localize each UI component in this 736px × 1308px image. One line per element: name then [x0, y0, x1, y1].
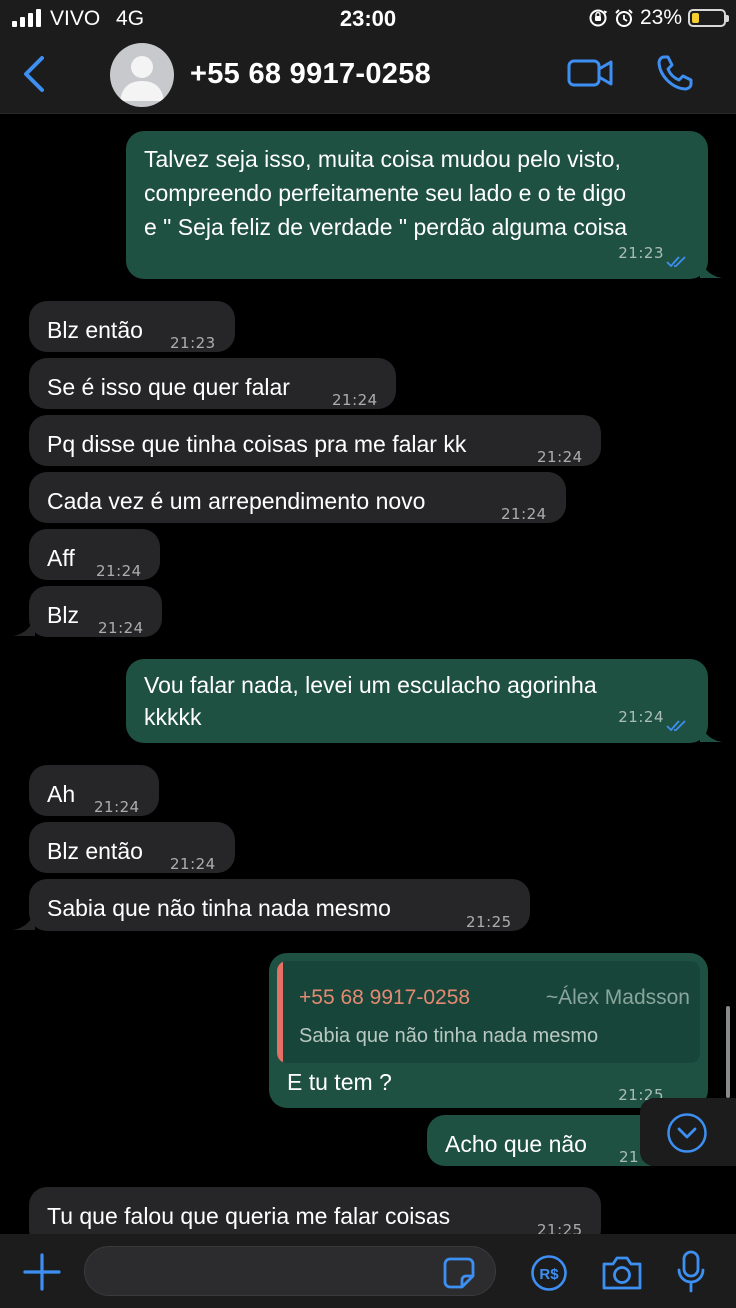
message-time: 21:24 — [618, 708, 664, 726]
status-bar: VIVO 4G 23:00 23% — [0, 0, 736, 38]
outgoing-message[interactable]: Vou falar nada, levei um esculacho agori… — [126, 659, 708, 743]
message-text: Blz então — [47, 838, 143, 864]
voice-call-icon[interactable] — [656, 54, 694, 92]
incoming-message[interactable]: Cada vez é um arrependimento novo 21:24 — [29, 472, 566, 523]
incoming-message[interactable]: Se é isso que quer falar 21:24 — [29, 358, 396, 409]
camera-icon[interactable] — [600, 1254, 644, 1292]
chevron-down-icon — [667, 1113, 707, 1153]
svg-text:R$: R$ — [539, 1266, 559, 1283]
message-input[interactable] — [84, 1246, 496, 1296]
message-text: Sabia que não tinha nada mesmo — [47, 895, 391, 921]
read-receipt-icon — [666, 720, 686, 732]
message-time: 21:24 — [96, 562, 142, 580]
incoming-message[interactable]: Aff 21:24 — [29, 529, 160, 580]
orientation-lock-icon — [589, 9, 608, 27]
quote-accent-bar — [277, 961, 283, 1063]
alarm-icon — [615, 9, 633, 27]
incoming-message[interactable]: Pq disse que tinha coisas pra me falar k… — [29, 415, 601, 466]
quoted-message[interactable]: +55 68 9917-0258 ~Álex Madsson Sabia que… — [277, 961, 700, 1063]
message-text: Tu que falou que queria me falar coisas — [47, 1203, 451, 1229]
avatar[interactable] — [110, 43, 174, 107]
battery-icon — [688, 9, 729, 27]
incoming-message[interactable]: Blz então 21:24 — [29, 822, 235, 873]
message-time: 21 — [619, 1148, 640, 1166]
message-text: Cada vez é um arrependimento novo — [47, 488, 426, 514]
bubble-tail — [700, 256, 722, 278]
message-text: Aff — [47, 545, 75, 571]
message-time: 21:23 — [618, 244, 664, 262]
contact-name[interactable]: +55 68 9917-0258 — [190, 58, 431, 91]
incoming-message[interactable]: Blz 21:24 — [29, 586, 162, 637]
message-text: Blz então — [47, 317, 143, 343]
incoming-message[interactable]: Tu que falou que queria me falar coisas … — [29, 1187, 601, 1234]
incoming-message[interactable]: Ah 21:24 — [29, 765, 159, 816]
status-right-group: 23% — [588, 6, 729, 30]
sticker-icon[interactable] — [442, 1256, 476, 1290]
quote-alias: ~Álex Madsson — [545, 986, 690, 1009]
outgoing-message[interactable]: Acho que não 21 — [427, 1115, 667, 1166]
message-time: 21:25 — [537, 1221, 583, 1234]
message-text: Pq disse que tinha coisas pra me falar k… — [47, 431, 467, 457]
message-list[interactable]: Talvez seja isso, muita coisa mudou pelo… — [0, 114, 736, 1234]
outgoing-message[interactable]: Talvez seja isso, muita coisa mudou pelo… — [126, 131, 708, 279]
incoming-message[interactable]: Sabia que não tinha nada mesmo 21:25 — [29, 879, 530, 931]
message-time: 21:24 — [98, 619, 144, 637]
message-time: 21:25 — [466, 913, 512, 931]
person-icon — [120, 56, 164, 101]
message-time: 21:24 — [94, 798, 140, 816]
video-call-icon[interactable] — [566, 56, 614, 90]
back-icon[interactable] — [18, 54, 50, 94]
payment-icon[interactable]: R$ — [530, 1254, 568, 1292]
scrollbar[interactable] — [726, 1006, 730, 1098]
message-text: Se é isso que quer falar — [47, 374, 290, 400]
message-text: kkkkk — [144, 704, 202, 730]
battery-percent: 23% — [639, 6, 682, 29]
incoming-message[interactable]: Blz então 21:23 — [29, 301, 235, 352]
bubble-tail — [700, 720, 722, 742]
microphone-icon[interactable] — [676, 1250, 706, 1294]
message-text: Acho que não — [445, 1131, 587, 1157]
message-text: Talvez seja isso, muita coisa mudou pelo… — [144, 146, 621, 172]
scroll-to-bottom-button[interactable] — [640, 1098, 736, 1166]
message-time: 21:24 — [332, 391, 378, 409]
message-text: Ah — [47, 781, 76, 807]
quote-text: Sabia que não tinha nada mesmo — [299, 1025, 599, 1047]
message-text: E tu tem ? — [287, 1069, 392, 1095]
message-time: 21:24 — [537, 448, 583, 466]
message-time: 21:24 — [501, 505, 547, 523]
plus-icon[interactable] — [22, 1252, 62, 1292]
message-text: compreendo perfeitamente seu lado e o te… — [144, 180, 627, 206]
battery-fill — [692, 13, 699, 23]
message-text: Vou falar nada, levei um esculacho agori… — [144, 672, 597, 698]
chat-header: +55 68 9917-0258 — [0, 38, 736, 114]
read-receipt-icon — [666, 256, 686, 268]
message-text: e " Seja feliz de verdade " perdão algum… — [144, 214, 628, 240]
message-time: 21:23 — [170, 334, 216, 352]
outgoing-reply-message[interactable]: +55 68 9917-0258 ~Álex Madsson Sabia que… — [269, 953, 708, 1110]
message-text: Blz — [47, 602, 79, 628]
quote-sender: +55 68 9917-0258 — [299, 986, 471, 1009]
message-time: 21:24 — [170, 855, 216, 873]
composer-bar: R$ — [0, 1234, 736, 1308]
